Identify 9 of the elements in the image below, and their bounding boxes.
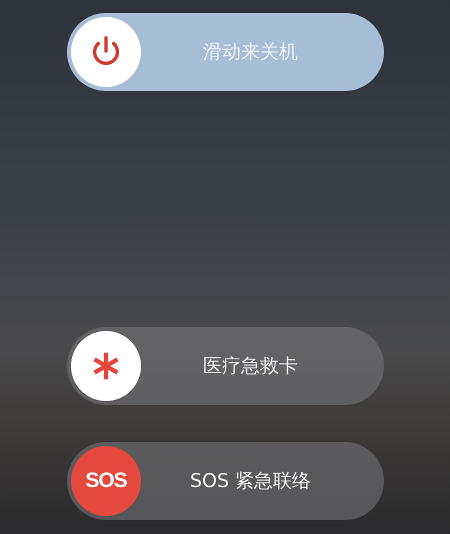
sos-label: SOS bbox=[85, 469, 127, 493]
slider-knob[interactable]: SOS bbox=[71, 446, 141, 516]
slider-label: SOS 紧急联络 bbox=[188, 469, 312, 494]
slider-label: 医疗急救卡 bbox=[202, 354, 299, 379]
slider-track[interactable]: 医疗急救卡 bbox=[67, 327, 384, 405]
slider-track[interactable]: SOS SOS 紧急联络 bbox=[67, 442, 384, 520]
slider-label: 滑动来关机 bbox=[202, 40, 299, 65]
slider-knob[interactable] bbox=[71, 17, 141, 87]
slider-knob[interactable] bbox=[71, 331, 141, 401]
